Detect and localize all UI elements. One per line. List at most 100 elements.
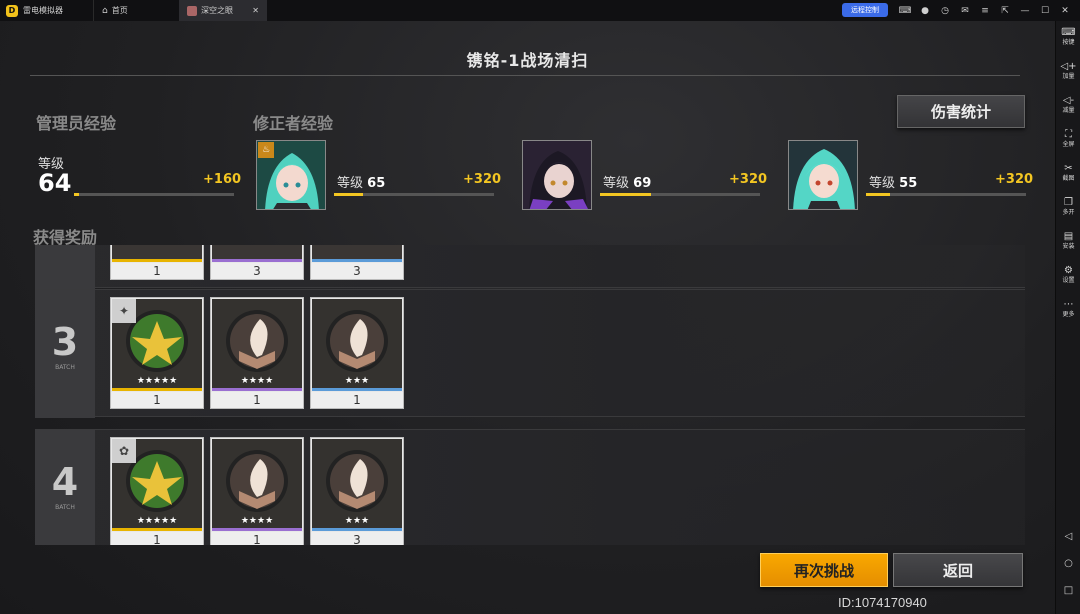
character-2-exp-bar [600, 193, 760, 196]
level-value: 55 [899, 176, 918, 191]
modifier-exp-heading: 修正者经验 [253, 114, 334, 133]
batch-number-value: 3 [51, 320, 79, 364]
sidebar-item-more[interactable]: ⋯ 更多 [1056, 299, 1080, 319]
reward-item[interactable]: ★★★ 3 [310, 437, 404, 545]
character-portrait-3 [788, 140, 858, 210]
fullscreen-icon: ⛶ [1065, 129, 1072, 140]
sidebar-item-volume-up[interactable]: ◁+ 加量 [1056, 61, 1080, 81]
emulator-titlebar: D 雷电模拟器 ⌂ 首页 深空之眼 ✕ 远程控制 ⌨ ● ◷ ✉ ≡ ⇱ — ☐… [0, 0, 1080, 21]
reward-item[interactable]: ★★★ 1 [310, 297, 404, 409]
user-icon[interactable]: ● [915, 6, 935, 16]
back-label: 返回 [942, 561, 973, 580]
character-1-level: 等级 65 [337, 172, 385, 191]
item-count: 3 [211, 263, 303, 279]
reward-item[interactable]: ★★★★★ ✦ 1 [110, 297, 204, 409]
reward-item[interactable]: 3 [310, 245, 404, 280]
back-button[interactable]: 返回 [893, 553, 1023, 587]
retry-label: 再次挑战 [793, 561, 854, 580]
tab-game[interactable]: 深空之眼 ✕ [179, 0, 267, 21]
admin-exp-heading: 管理员经验 [36, 114, 117, 133]
character-3-level: 等级 55 [869, 172, 917, 191]
item-stars: ★★★★ [241, 376, 273, 386]
character-portrait-1: ♨ [256, 140, 326, 210]
rewards-list[interactable]: 1 3 3 3 BATCH ★★★★★ ✦ 1 ★★★★ 1 ★★★ 1 4 B… [30, 245, 1025, 545]
batch-number: 4 BATCH [35, 430, 95, 545]
feather-book-icon: ★★★★ [212, 439, 302, 531]
reward-item[interactable]: 3 [210, 245, 304, 280]
sidebar-item-settings[interactable]: ⚙ 设置 [1056, 265, 1080, 285]
menu-icon[interactable]: ≡ [975, 6, 995, 16]
keyboard-icon: ⌨ [1061, 27, 1076, 38]
item-stars: ★★★ [345, 516, 369, 526]
sidebar-item-keymap[interactable]: ⌨ 按键 [1056, 27, 1080, 47]
user-id: ID:1074170940 [838, 595, 927, 610]
batch-number [35, 245, 95, 289]
reward-item[interactable]: ★★★★★ ✿ 1 [110, 437, 204, 545]
reward-item[interactable]: 1 [110, 245, 204, 280]
character-3-exp-bar [866, 193, 1026, 196]
maximize-icon[interactable]: ☐ [1035, 6, 1055, 16]
character-1-exp-bar [334, 193, 494, 196]
sidebar-item-multi[interactable]: ❐ 多开 [1056, 197, 1080, 217]
close-icon[interactable]: ✕ [252, 6, 259, 15]
reward-item[interactable]: ★★★★ 1 [210, 297, 304, 409]
item-count: 1 [311, 392, 403, 408]
back-nav-icon[interactable]: ◁ [1056, 531, 1080, 542]
home-nav-icon[interactable]: ○ [1056, 558, 1080, 569]
sidebar-item-label: 截图 [1062, 175, 1075, 182]
recents-nav-icon[interactable]: □ [1056, 585, 1080, 596]
batch-number-value: 4 [51, 460, 79, 504]
character-1-exp-gain: +320 [463, 172, 502, 187]
item-stars: ★★★★ [241, 516, 273, 526]
pin-icon[interactable]: ⇱ [995, 6, 1015, 16]
sidebar-item-screenshot[interactable]: ✂ 截图 [1056, 163, 1080, 183]
character-1-exp-fill [334, 193, 363, 196]
reward-item[interactable]: ★★★★ 1 [210, 437, 304, 545]
emulator-sidebar: ⌨ 按键 ◁+ 加量 ◁- 减量 ⛶ 全屏 ✂ 截图 ❐ 多开 ▤ 安装 ⚙ 设置 ⋯ 更多 ◁ … [1055, 21, 1080, 614]
more-icon: ⋯ [1063, 299, 1074, 310]
flower-icon: ✿ [112, 439, 136, 463]
batch-label: BATCH [55, 504, 75, 511]
item-stars: ★★★★★ [137, 376, 177, 386]
sidebar-item-fullscreen[interactable]: ⛶ 全屏 [1056, 129, 1080, 149]
item-count: 1 [111, 532, 203, 545]
character-2-level: 等级 69 [603, 172, 651, 191]
sidebar-item-label: 按键 [1062, 39, 1075, 46]
character-3-exp-gain: +320 [995, 172, 1034, 187]
mail-icon[interactable]: ✉ [955, 6, 975, 16]
damage-stats-button[interactable]: 伤害统计 [897, 95, 1025, 128]
batch-row-2: 1 3 3 [35, 245, 1025, 289]
sidebar-item-label: 更多 [1062, 311, 1075, 318]
item-count: 1 [111, 392, 203, 408]
gamepad-icon[interactable]: ⌨ [895, 6, 915, 16]
item-count: 3 [311, 532, 403, 545]
admin-level-value: 64 [38, 169, 72, 197]
sidebar-item-label: 全屏 [1062, 141, 1075, 148]
batch-label: BATCH [55, 364, 75, 371]
batch-row-4: 4 BATCH ★★★★★ ✿ 1 ★★★★ 1 ★★★ 3 [35, 429, 1025, 545]
item-count: 1 [211, 392, 303, 408]
window-close-icon[interactable]: ✕ [1055, 6, 1075, 16]
sidebar-item-label: 安装 [1062, 243, 1075, 250]
tab-home-label: 首页 [111, 6, 128, 15]
remote-control-button[interactable]: 远程控制 [842, 3, 888, 17]
retry-button[interactable]: 再次挑战 [760, 553, 888, 587]
minimize-icon[interactable]: — [1015, 6, 1035, 16]
level-value: 65 [367, 176, 386, 191]
feather-book-icon: ★★★★ [212, 299, 302, 391]
level-label: 等级 [337, 176, 364, 191]
feather-book-icon: ★★★ [312, 299, 402, 391]
tab-home[interactable]: ⌂ 首页 [93, 0, 179, 21]
page-title: 镌铭-1战场清扫 [466, 51, 589, 70]
character-portrait-2 [522, 140, 592, 210]
app-name: 雷电模拟器 [23, 6, 63, 15]
leader-badge-icon: ♨ [258, 142, 274, 158]
sidebar-item-volume-down[interactable]: ◁- 减量 [1056, 95, 1080, 115]
apk-icon: ▤ [1063, 231, 1074, 242]
item-stars: ★★★★★ [137, 516, 177, 526]
level-value: 69 [633, 176, 652, 191]
multi-instance-icon: ❐ [1064, 197, 1073, 208]
item-count: 1 [211, 532, 303, 545]
clock-icon[interactable]: ◷ [935, 6, 955, 16]
sidebar-item-install[interactable]: ▤ 安装 [1056, 231, 1080, 251]
